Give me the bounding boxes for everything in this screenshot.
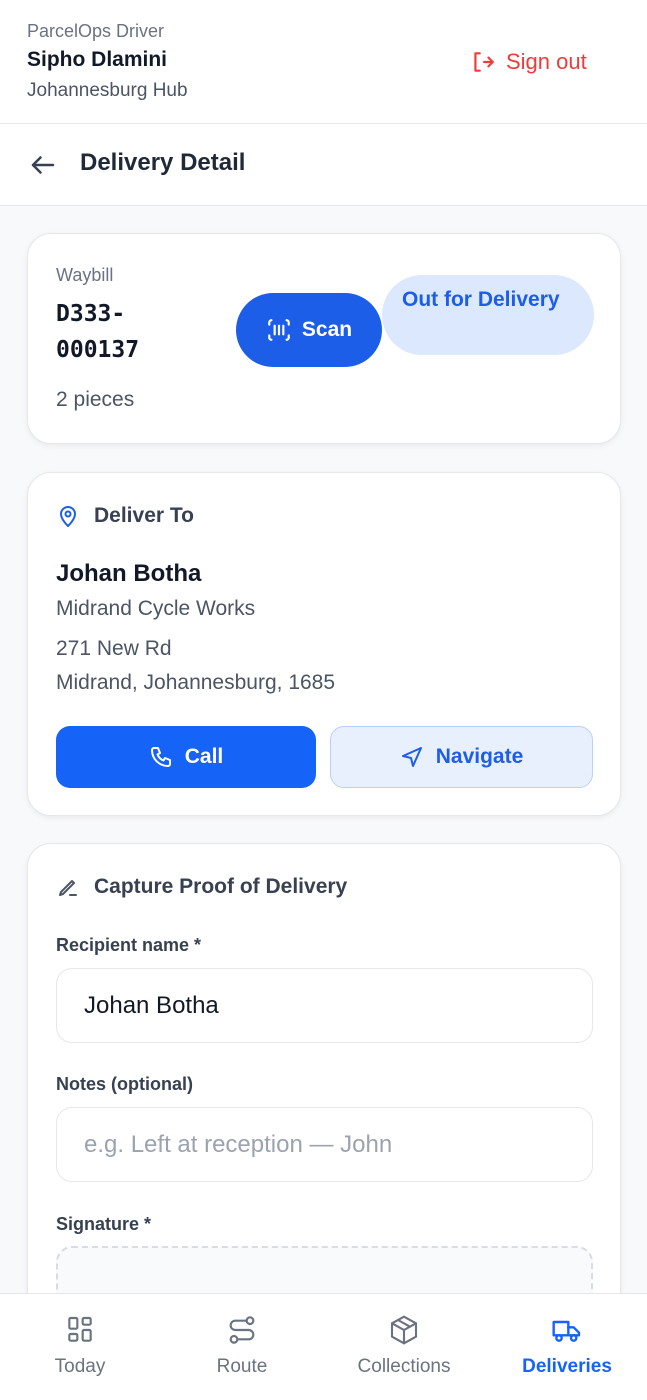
nav-label-deliveries: Deliveries — [522, 1356, 612, 1377]
deliver-to-card: Deliver To Johan Botha Midrand Cycle Wor… — [27, 472, 621, 816]
app-name: ParcelOps Driver — [27, 21, 165, 41]
deliver-to-title: Deliver To — [94, 504, 194, 527]
status-badge: Out for Delivery — [382, 275, 594, 355]
recipient-name-label: Recipient name * — [56, 935, 202, 955]
pod-heading: Capture Proof of Delivery — [56, 875, 347, 899]
call-button[interactable]: Call — [56, 726, 316, 788]
nav-item-today[interactable]: Today — [30, 1294, 130, 1400]
piece-count: 2 pieces — [56, 388, 135, 411]
nav-item-route[interactable]: Route — [192, 1294, 292, 1400]
company-name: Midrand Cycle Works — [56, 597, 256, 620]
waybill-card: Waybill D333-000137 2 pieces Scan Out fo… — [27, 233, 621, 444]
nav-item-collections[interactable]: Collections — [334, 1294, 474, 1400]
recipient-name-input[interactable] — [56, 968, 593, 1043]
pen-icon — [59, 880, 77, 896]
grid-icon — [68, 1316, 92, 1342]
navigation-arrow-icon — [401, 747, 422, 767]
navigate-label: Navigate — [435, 745, 524, 768]
notes-label: Notes (optional) — [56, 1074, 193, 1094]
nav-label-collections: Collections — [357, 1356, 451, 1377]
nav-item-deliveries[interactable]: Deliveries — [509, 1294, 625, 1400]
sign-out-label: Sign out — [506, 49, 587, 74]
nav-label-route: Route — [216, 1356, 268, 1377]
scan-button[interactable]: Scan — [236, 293, 382, 367]
bottom-nav: Today Route Collections Deliveries — [0, 1293, 647, 1400]
driver-name: Sipho Dlamini — [27, 48, 168, 71]
page-title: Delivery Detail — [80, 149, 246, 176]
notes-input[interactable] — [56, 1107, 593, 1182]
recipient-name: Johan Botha — [56, 560, 202, 587]
hub-name: Johannesburg Hub — [27, 80, 188, 101]
call-label: Call — [184, 745, 224, 768]
nav-label-today: Today — [54, 1356, 106, 1377]
address-line-2: Midrand, Johannesburg, 1685 — [56, 671, 336, 694]
map-pin-icon — [60, 506, 76, 527]
waybill-number: D333-000137 — [56, 301, 140, 363]
signature-label: Signature * — [56, 1214, 152, 1234]
waybill-label: Waybill — [56, 265, 114, 285]
sign-out-button[interactable]: Sign out — [470, 46, 587, 78]
navigate-button[interactable]: Navigate — [330, 726, 593, 788]
box-icon — [390, 1315, 418, 1345]
scan-label: Scan — [301, 318, 353, 341]
app-header: ParcelOps Driver Sipho Dlamini Johannesb… — [0, 0, 647, 124]
truck-icon — [552, 1320, 581, 1342]
back-arrow-icon[interactable] — [28, 150, 58, 180]
barcode-scan-icon — [268, 319, 290, 341]
deliver-to-heading: Deliver To — [56, 504, 194, 528]
route-icon — [229, 1316, 255, 1344]
sign-out-icon — [474, 52, 494, 72]
pod-title: Capture Proof of Delivery — [94, 875, 348, 898]
page-header: Delivery Detail — [0, 124, 647, 206]
phone-icon — [150, 747, 171, 767]
address-line-1: 271 New Rd — [56, 637, 172, 660]
